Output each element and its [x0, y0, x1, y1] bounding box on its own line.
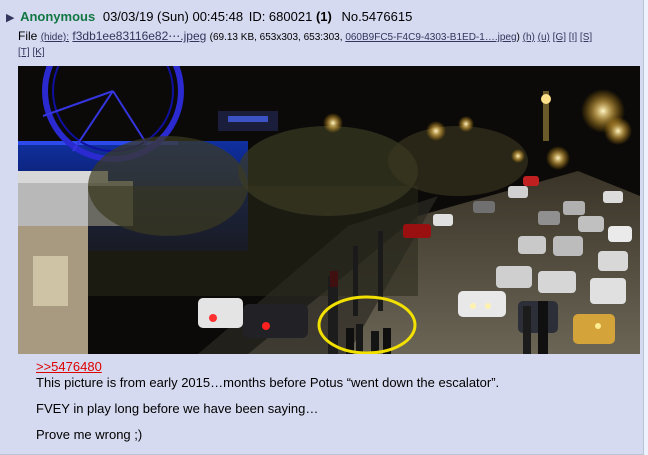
- night-embankment-photo-icon: [18, 66, 640, 354]
- file-meta-end: ): [516, 32, 520, 43]
- poster-id[interactable]: ID: 680021: [249, 9, 313, 24]
- search-link-tineye[interactable]: [T]: [18, 47, 30, 58]
- post-number[interactable]: No.5476615: [341, 9, 412, 24]
- id-post-count: (1): [315, 9, 332, 24]
- quote-link[interactable]: >>5476480: [36, 359, 102, 374]
- poster-name: Anonymous: [20, 9, 96, 24]
- hide-file-link[interactable]: (hide):: [41, 32, 69, 43]
- message-line-1: This picture is from early 2015…months b…: [36, 375, 500, 390]
- message-line-2: FVEY in play long before we have been sa…: [36, 401, 319, 416]
- file-info-line-2: [T] [K]: [18, 47, 45, 58]
- post-header: ▶ Anonymous 03/03/19 (Sun) 00:45:48 ID: …: [6, 9, 412, 24]
- post-date: 03/03/19 (Sun) 00:45:48: [102, 9, 244, 24]
- file-meta: (69.13 KB, 653x303, 653:303,: [209, 32, 343, 43]
- message-line-3: Prove me wrong ;): [36, 427, 143, 442]
- reply-post: ▶ Anonymous 03/03/19 (Sun) 00:45:48 ID: …: [0, 0, 644, 455]
- search-link-iqdb[interactable]: [I]: [569, 32, 577, 43]
- original-filename-link[interactable]: 060B9FC5-F4C9-4303-B1ED-1….jpeg: [345, 32, 516, 43]
- search-link-saucenao[interactable]: [S]: [580, 32, 592, 43]
- post-image[interactable]: [18, 66, 640, 354]
- file-info-line: File (hide): f3db1ee83116e82⋯.jpeg (69.1…: [18, 29, 592, 43]
- search-link-google[interactable]: [G]: [553, 32, 566, 43]
- file-name-link[interactable]: f3db1ee83116e82⋯.jpeg: [72, 29, 206, 43]
- file-prefix: File: [18, 29, 38, 43]
- post-menu-arrow-icon[interactable]: ▶: [6, 12, 14, 24]
- search-link-u[interactable]: (u): [538, 32, 550, 43]
- post-message: >>5476480 This picture is from early 201…: [36, 359, 499, 443]
- search-link-h[interactable]: (h): [523, 32, 535, 43]
- search-link-karma[interactable]: [K]: [32, 47, 44, 58]
